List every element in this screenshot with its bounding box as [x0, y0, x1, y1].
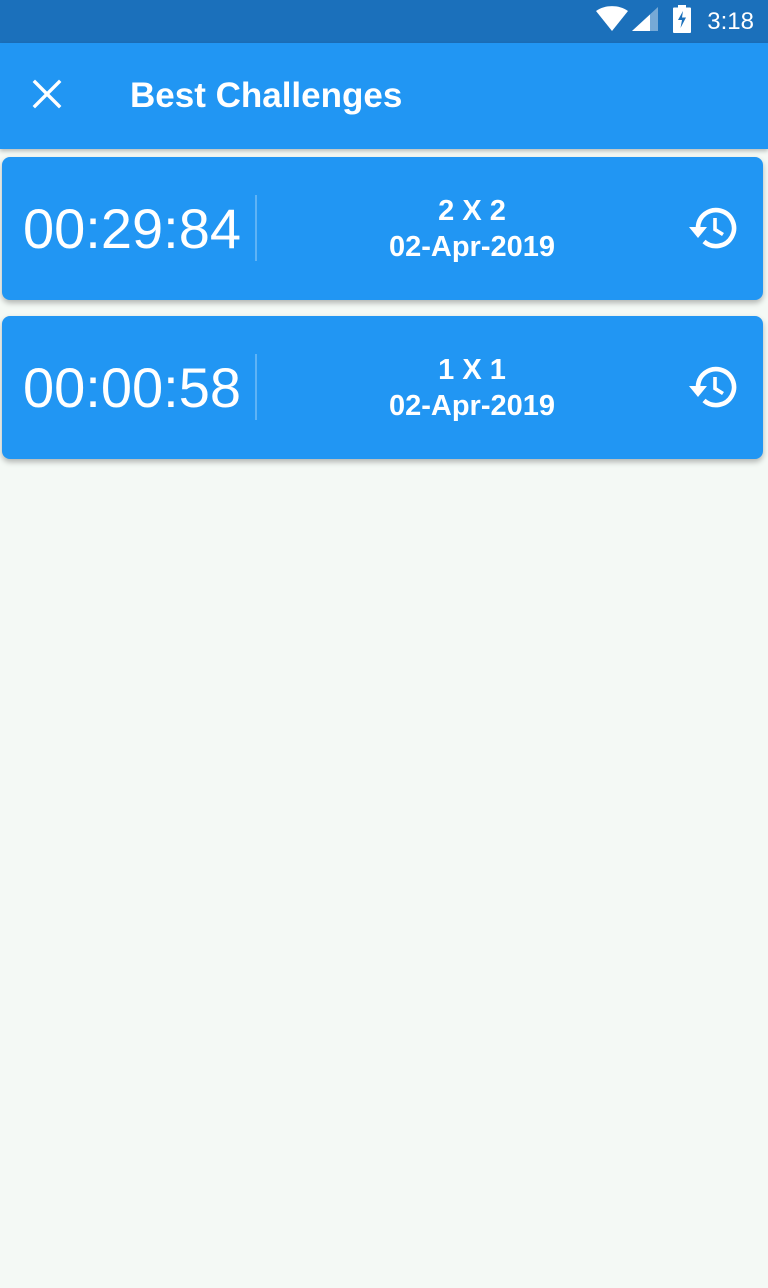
status-bar: 3:18 — [0, 0, 768, 43]
record-time: 00:00:58 — [23, 356, 241, 419]
record-date: 02-Apr-2019 — [388, 230, 556, 263]
close-icon — [32, 79, 62, 114]
record-grid-size: 1 X 1 — [438, 353, 506, 386]
record-card: 00:29:84 2 X 2 02-Apr-2019 — [2, 157, 763, 300]
status-time: 3:18 — [707, 7, 754, 35]
page-title: Best Challenges — [130, 76, 403, 115]
record-time: 00:29:84 — [23, 197, 241, 260]
history-icon — [688, 365, 738, 414]
record-grid-size: 2 X 2 — [438, 194, 506, 227]
history-button[interactable] — [686, 203, 740, 257]
history-icon — [688, 206, 738, 255]
record-date: 02-Apr-2019 — [388, 389, 556, 422]
close-button[interactable] — [0, 43, 94, 149]
record-info: 1 X 1 02-Apr-2019 — [257, 316, 687, 459]
wifi-icon — [595, 6, 629, 37]
battery-charging-icon — [673, 5, 692, 38]
signal-icon — [631, 6, 659, 37]
record-info: 2 X 2 02-Apr-2019 — [257, 157, 687, 300]
history-button[interactable] — [686, 362, 740, 416]
record-card: 00:00:58 1 X 1 02-Apr-2019 — [2, 316, 763, 459]
app-bar: Best Challenges — [0, 43, 768, 149]
